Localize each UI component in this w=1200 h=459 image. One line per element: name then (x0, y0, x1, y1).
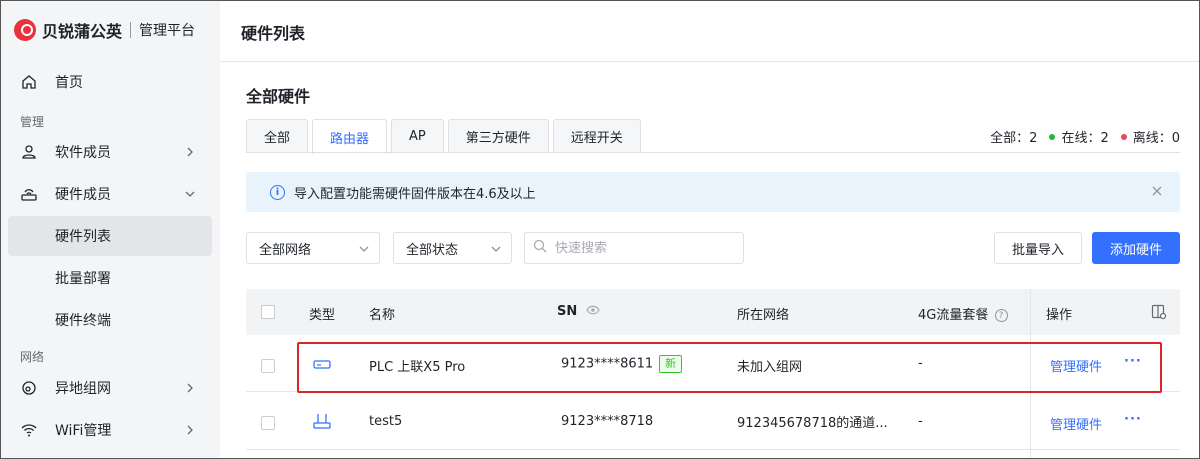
chevron-right-icon (182, 380, 198, 396)
sidebar-item-label: 批量部署 (55, 271, 111, 287)
device-name: PLC 上联X5 Pro (369, 360, 466, 375)
device-traffic: - (918, 356, 923, 371)
tabs-divider (246, 152, 1180, 153)
tab-third-party[interactable]: 第三方硬件 (447, 119, 549, 153)
column-settings-icon[interactable] (1151, 304, 1167, 324)
column-header-traffic-label: 4G流量套餐 (918, 308, 989, 323)
table-row[interactable]: PLC 上联X5 Pro 9123****8611 新 未加入组网 - 管理硬件 … (246, 335, 1180, 392)
sidebar-item-software-members[interactable]: 软件成员 (8, 132, 212, 172)
sidebar-item-batch-deploy[interactable]: 批量部署 (8, 258, 212, 298)
status-filter-value: 全部状态 (406, 242, 459, 258)
chevron-down-icon (182, 186, 198, 202)
notice-banner: i 导入配置功能需硬件固件版本在4.6及以上 (246, 172, 1180, 212)
brand-divider (130, 22, 132, 38)
chevron-right-icon (182, 144, 198, 160)
offline-dot-icon (1120, 133, 1127, 140)
info-icon: i (270, 184, 285, 200)
chevron-right-icon (182, 422, 198, 438)
more-actions-icon[interactable]: ··· (1124, 354, 1142, 369)
table-header: 类型 名称 SN 所在网络 4G流量套餐 ? 操作 (246, 289, 1180, 335)
column-header-traffic: 4G流量套餐 ? (918, 304, 1008, 323)
tab-all[interactable]: 全部 (246, 119, 309, 153)
device-name: test5 (369, 414, 403, 429)
sidebar-item-label: 软件成员 (55, 145, 111, 161)
column-header-type: 类型 (309, 308, 336, 323)
sidebar-item-label: WiFi管理 (55, 423, 112, 439)
tab-ap[interactable]: AP (391, 119, 444, 153)
device-network: 912345678718的通道... (737, 416, 888, 431)
page-title: 硬件列表 (241, 24, 306, 43)
router-antenna-icon (313, 412, 331, 434)
notice-text: 导入配置功能需硬件固件版本在4.6及以上 (294, 186, 536, 202)
brand-name: 贝锐蒲公英 (42, 22, 123, 41)
row-checkbox[interactable] (261, 416, 275, 430)
sidebar-item-label: 首页 (55, 75, 83, 91)
sidebar: 贝锐蒲公英 管理平台 首页 管理 软件成员 硬件成员 硬件列表 批量部署 硬件终… (0, 0, 220, 459)
user-icon (20, 143, 38, 161)
stat-offline: 离线：0 (1132, 131, 1180, 146)
add-hardware-button[interactable]: 添加硬件 (1092, 232, 1180, 264)
online-dot-icon (1049, 133, 1056, 140)
eye-icon[interactable] (586, 304, 600, 319)
sidebar-item-label: 硬件终端 (55, 313, 111, 329)
sidebar-item-wifi[interactable]: WiFi管理 (8, 410, 212, 450)
device-network: 未加入组网 (737, 360, 803, 375)
section-title: 全部硬件 (246, 87, 311, 106)
search-icon (533, 239, 547, 257)
column-header-network: 所在网络 (737, 308, 790, 323)
network-filter-value: 全部网络 (259, 242, 312, 258)
device-sn-value: 9123****8611 (561, 356, 654, 372)
tab-remote-switch[interactable]: 远程开关 (552, 119, 641, 153)
tab-bar: 全部 路由器 AP 第三方硬件 远程开关 (246, 119, 645, 154)
column-header-sn-label: SN (557, 304, 578, 319)
column-header-sn: SN (557, 304, 600, 319)
manage-hardware-link[interactable]: 管理硬件 (1050, 414, 1102, 433)
sidebar-group-manage: 管理 (20, 115, 45, 129)
device-sn-value: 9123****8718 (561, 414, 654, 429)
stat-online: 在线：2 (1061, 131, 1109, 146)
manage-hardware-link[interactable]: 管理硬件 (1050, 356, 1102, 375)
device-stats: 全部：2 在线：2 离线：0 (990, 127, 1180, 146)
brand[interactable]: 贝锐蒲公英 管理平台 (14, 16, 195, 44)
close-icon[interactable] (1150, 184, 1164, 198)
new-badge: 新 (659, 355, 683, 373)
router-icon (20, 185, 38, 203)
router-icon (313, 358, 331, 374)
row-checkbox[interactable] (261, 359, 275, 373)
device-sn: 9123****8611 新 (561, 355, 683, 373)
sidebar-item-label: 异地组网 (55, 381, 111, 397)
chevron-down-icon (357, 242, 371, 256)
more-actions-icon[interactable]: ··· (1124, 412, 1142, 427)
device-traffic: - (918, 414, 923, 429)
network-icon (20, 379, 38, 397)
table-row[interactable]: test5 9123****8718 912345678718的通道... - … (246, 393, 1180, 450)
search-box[interactable] (524, 232, 744, 264)
brand-logo-icon (14, 19, 36, 41)
sidebar-item-remote-network[interactable]: 异地组网 (8, 368, 212, 408)
status-filter-select[interactable]: 全部状态 (393, 232, 512, 264)
help-icon[interactable]: ? (994, 309, 1008, 322)
select-all-checkbox[interactable] (261, 305, 275, 319)
batch-import-button[interactable]: 批量导入 (994, 232, 1082, 264)
top-bar: 硬件列表 (220, 0, 1200, 62)
column-header-name: 名称 (369, 308, 396, 323)
sidebar-item-hardware-list[interactable]: 硬件列表 (8, 216, 212, 256)
sidebar-item-label: 硬件成员 (55, 187, 111, 203)
brand-subtitle: 管理平台 (139, 23, 196, 39)
ops-column-divider (1030, 289, 1031, 459)
sidebar-item-hardware-terminal[interactable]: 硬件终端 (8, 300, 212, 340)
column-header-ops: 操作 (1046, 308, 1073, 323)
sidebar-item-home[interactable]: 首页 (8, 62, 212, 102)
sidebar-item-hardware-members[interactable]: 硬件成员 (8, 174, 212, 214)
chevron-down-icon (489, 242, 503, 256)
search-input[interactable] (555, 240, 735, 256)
tab-router[interactable]: 路由器 (312, 119, 388, 154)
home-icon (20, 73, 38, 91)
wifi-icon (20, 421, 38, 439)
sidebar-item-label: 硬件列表 (55, 229, 111, 245)
sidebar-group-network: 网络 (20, 350, 45, 364)
network-filter-select[interactable]: 全部网络 (246, 232, 380, 264)
stat-all: 全部：2 (990, 131, 1038, 146)
